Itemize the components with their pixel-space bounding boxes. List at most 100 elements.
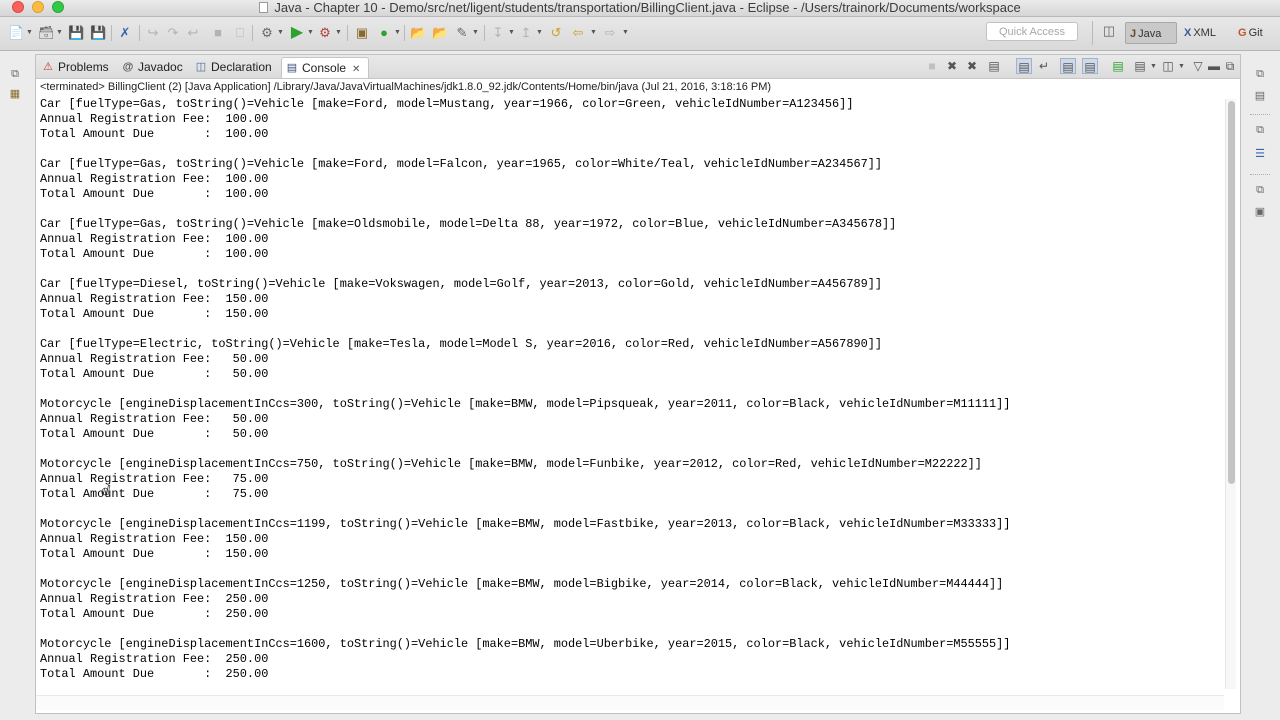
external-tools-dropdown-icon[interactable]: ▼	[335, 29, 342, 36]
disconnect-icon[interactable]: ⎕	[232, 24, 248, 41]
run-dropdown-icon[interactable]: ▼	[307, 29, 314, 36]
previous-annotation-icon[interactable]: ↥	[518, 24, 534, 41]
back-icon[interactable]: ⇦	[570, 24, 586, 41]
view-tab-bar: ⚠ Problems @ Javadoc ◫ Declaration ▤ Console…	[36, 55, 1240, 79]
settings-dropdown-icon[interactable]: ▼	[277, 29, 284, 36]
word-wrap-icon[interactable]: ↵	[1036, 58, 1052, 74]
step-over-icon[interactable]: ↷	[165, 24, 181, 41]
save-all-icon[interactable]: 💾	[90, 24, 106, 41]
next-annotation-dropdown-icon[interactable]: ▼	[508, 29, 515, 36]
forward-dropdown-icon[interactable]: ▼	[622, 29, 629, 36]
console-output[interactable]: Car [fuelType=Gas, toString()=Vehicle [m…	[40, 97, 1220, 693]
new-class-icon[interactable]: ●	[376, 24, 392, 41]
new-wizard-icon[interactable]: 🗃	[38, 24, 55, 41]
package-explorer-icon[interactable]: ▦	[6, 86, 24, 102]
restore-icon[interactable]: ⧉	[1251, 66, 1269, 82]
restore-icon[interactable]: ⧉	[1251, 182, 1269, 198]
console-line: Annual Registration Fee: 100.00	[40, 112, 269, 126]
tab-console[interactable]: ▤ Console ✕	[281, 57, 369, 78]
maximize-view-icon[interactable]: ⧉	[1222, 58, 1238, 74]
last-edit-location-icon[interactable]: ↺	[548, 24, 564, 41]
quick-access-field[interactable]: Quick Access	[986, 22, 1078, 41]
open-perspective-icon[interactable]: ◫	[1100, 23, 1118, 41]
previous-annotation-dropdown-icon[interactable]: ▼	[536, 29, 543, 36]
remove-all-terminated-icon[interactable]: ✖	[964, 58, 980, 74]
scroll-lock-icon[interactable]: ▤	[1016, 58, 1032, 74]
restore-icon[interactable]: ⧉	[1251, 122, 1269, 138]
new-dropdown-icon[interactable]: ▼	[26, 29, 33, 36]
terminate-icon[interactable]: ■	[210, 24, 226, 41]
new-wizard-dropdown-icon[interactable]: ▼	[56, 29, 63, 36]
settings-icon[interactable]: ⚙	[259, 24, 275, 41]
properties-icon[interactable]: ▣	[1251, 204, 1269, 220]
new-java-project-icon[interactable]: ▣	[354, 24, 370, 41]
console-line: Annual Registration Fee: 250.00	[40, 592, 269, 606]
scrollbar-thumb[interactable]	[1228, 101, 1235, 484]
run-icon[interactable]: ▶	[289, 24, 305, 41]
console-line: Motorcycle [engineDisplacementInCcs=300,…	[40, 397, 1011, 411]
console-status-line: <terminated> BillingClient (2) [Java App…	[40, 81, 772, 93]
console-line: Annual Registration Fee: 75.00	[40, 472, 269, 486]
console-line: Total Amount Due : 100.00	[40, 127, 269, 141]
console-line: Total Amount Due : 250.00	[40, 607, 269, 621]
minimize-view-icon[interactable]: ▬	[1206, 58, 1222, 74]
perspective-xml[interactable]: X XML	[1180, 22, 1228, 44]
console-view: ⚠ Problems @ Javadoc ◫ Declaration ▤ Console…	[35, 54, 1241, 714]
clear-console-icon[interactable]: ▤	[986, 58, 1002, 74]
console-line: Motorcycle [engineDisplacementInCcs=1600…	[40, 637, 1011, 651]
console-line: Annual Registration Fee: 150.00	[40, 532, 269, 546]
display-console-dropdown-icon[interactable]: ▼	[1150, 63, 1157, 70]
main-toolbar: 📄 ▼ 🗃 ▼ 💾 💾 ✗ ↪ ↷ ↩ ■ ⎕ ⚙ ▼ ▶ ▼ ⚙ ▼ ▣ ● …	[0, 17, 1280, 51]
back-dropdown-icon[interactable]: ▼	[590, 29, 597, 36]
close-tab-icon[interactable]: ✕	[352, 64, 360, 75]
forward-icon[interactable]: ⇨	[602, 24, 618, 41]
tab-declaration[interactable]: ◫ Declaration	[191, 57, 279, 78]
outline-icon[interactable]: ☰	[1251, 146, 1269, 162]
save-icon[interactable]: 💾	[68, 24, 84, 41]
open-console-dropdown-icon[interactable]: ▼	[1178, 63, 1185, 70]
skip-breakpoints-icon[interactable]: ✗	[117, 24, 133, 41]
console-line: Car [fuelType=Gas, toString()=Vehicle [m…	[40, 97, 854, 111]
tab-problems[interactable]: ⚠ Problems	[38, 57, 116, 78]
console-line: Car [fuelType=Gas, toString()=Vehicle [m…	[40, 157, 882, 171]
show-on-stdout-icon[interactable]: ▤	[1060, 58, 1076, 74]
search-dropdown-icon[interactable]: ▼	[472, 29, 479, 36]
vertical-scrollbar[interactable]	[1225, 99, 1236, 689]
remove-launch-icon[interactable]: ✖	[944, 58, 960, 74]
next-annotation-icon[interactable]: ↧	[490, 24, 506, 41]
task-list-icon[interactable]: ▤	[1251, 88, 1269, 104]
restore-icon[interactable]: ⧉	[6, 66, 24, 82]
search-icon[interactable]: ✎	[454, 24, 470, 41]
console-line: Total Amount Due : 50.00	[40, 427, 269, 441]
horizontal-scrollbar[interactable]	[36, 695, 1224, 710]
java-perspective-icon: J	[1130, 28, 1137, 40]
display-console-icon[interactable]: ▤	[1132, 58, 1148, 74]
problems-icon: ⚠	[43, 61, 53, 73]
git-perspective-icon: G	[1238, 27, 1247, 39]
xml-perspective-icon: X	[1184, 27, 1192, 39]
open-console-icon[interactable]: ◫	[1160, 58, 1176, 74]
new-icon[interactable]: 📄	[8, 24, 24, 41]
tab-javadoc[interactable]: @ Javadoc	[118, 57, 190, 78]
open-task-icon[interactable]: 📂	[432, 24, 448, 41]
terminate-console-icon[interactable]: ■	[924, 58, 940, 74]
pin-console-icon[interactable]: ▤	[1110, 58, 1126, 74]
console-line: Total Amount Due : 100.00	[40, 187, 269, 201]
show-on-stderr-icon[interactable]: ▤	[1082, 58, 1098, 74]
external-tools-icon[interactable]: ⚙	[317, 24, 333, 41]
step-return-icon[interactable]: ↩	[185, 24, 201, 41]
title-bar: Java - Chapter 10 - Demo/src/net/ligent/…	[0, 0, 1280, 17]
console-line: Total Amount Due : 75.00	[40, 487, 269, 501]
new-class-dropdown-icon[interactable]: ▼	[394, 29, 401, 36]
open-type-icon[interactable]: 📂	[410, 24, 426, 41]
view-menu-icon[interactable]: ▽	[1190, 58, 1206, 74]
tab-console-label: Console	[302, 61, 347, 75]
perspective-git[interactable]: G Git	[1234, 22, 1274, 44]
perspective-xml-label: XML	[1193, 27, 1216, 39]
step-into-icon[interactable]: ↪	[145, 24, 161, 41]
console-line: Total Amount Due : 250.00	[40, 667, 269, 681]
console-line: Total Amount Due : 100.00	[40, 247, 269, 261]
perspective-java[interactable]: J Java	[1125, 22, 1177, 44]
